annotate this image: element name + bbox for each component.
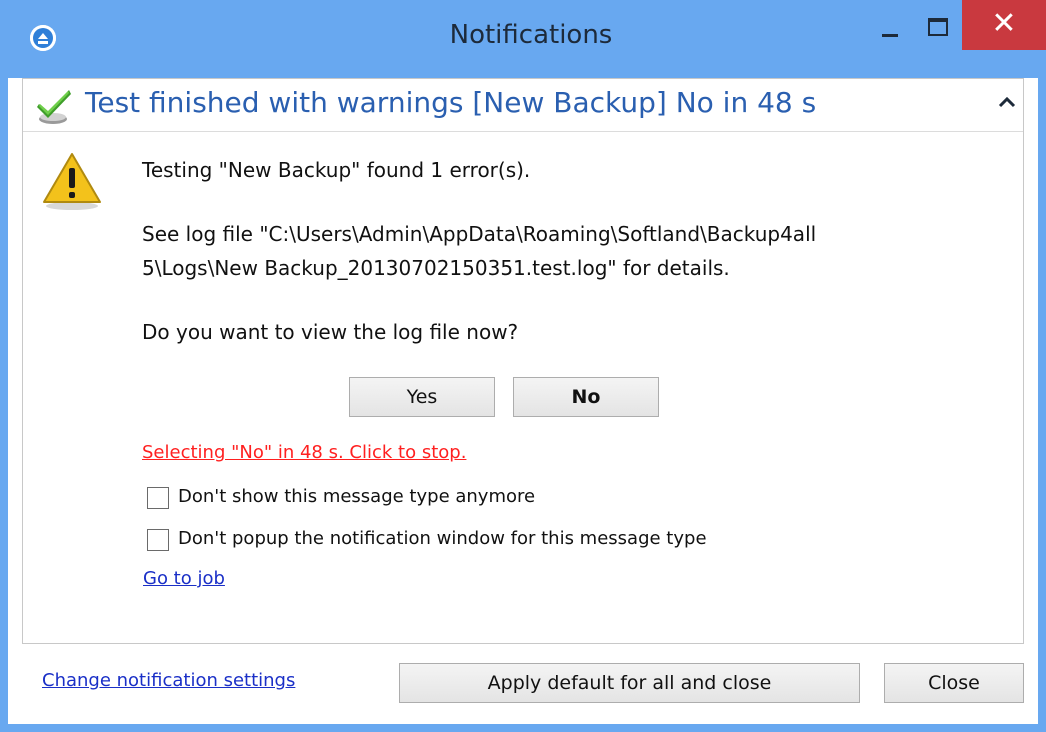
go-to-job-link[interactable]: Go to job — [143, 568, 225, 589]
close-button[interactable]: Close — [884, 663, 1024, 703]
message-line-2: See log file "C:\Users\Admin\AppData\Roa… — [142, 222, 817, 246]
apply-default-button[interactable]: Apply default for all and close — [399, 663, 860, 703]
dont-popup-checkbox[interactable] — [147, 529, 169, 551]
countdown-stop-link[interactable]: Selecting "No" in 48 s. Click to stop. — [142, 442, 466, 463]
dont-show-checkbox[interactable] — [147, 487, 169, 509]
change-notification-settings-link[interactable]: Change notification settings — [42, 670, 295, 691]
yes-button[interactable]: Yes — [349, 377, 495, 417]
header-divider — [23, 131, 1023, 132]
notification-header[interactable]: Test finished with warnings [New Backup]… — [23, 80, 1023, 130]
title-bar[interactable]: Notifications ✕ — [8, 0, 1046, 78]
dont-show-label[interactable]: Don't show this message type anymore — [178, 486, 535, 507]
checkmark-success-icon — [35, 86, 75, 130]
no-button[interactable]: No — [513, 377, 659, 417]
message-line-3: 5\Logs\New Backup_20130702150351.test.lo… — [142, 256, 730, 280]
dont-popup-label[interactable]: Don't popup the notification window for … — [178, 528, 707, 549]
close-window-button[interactable]: ✕ — [962, 0, 1046, 50]
chevron-up-icon[interactable] — [998, 94, 1016, 113]
notification-title: Test finished with warnings [New Backup]… — [85, 86, 817, 119]
warning-triangle-icon — [42, 150, 104, 216]
minimize-button[interactable] — [870, 0, 914, 54]
message-line-1: Testing "New Backup" found 1 error(s). — [142, 158, 531, 182]
question-text: Do you want to view the log file now? — [142, 320, 519, 344]
maximize-button[interactable] — [918, 0, 958, 54]
